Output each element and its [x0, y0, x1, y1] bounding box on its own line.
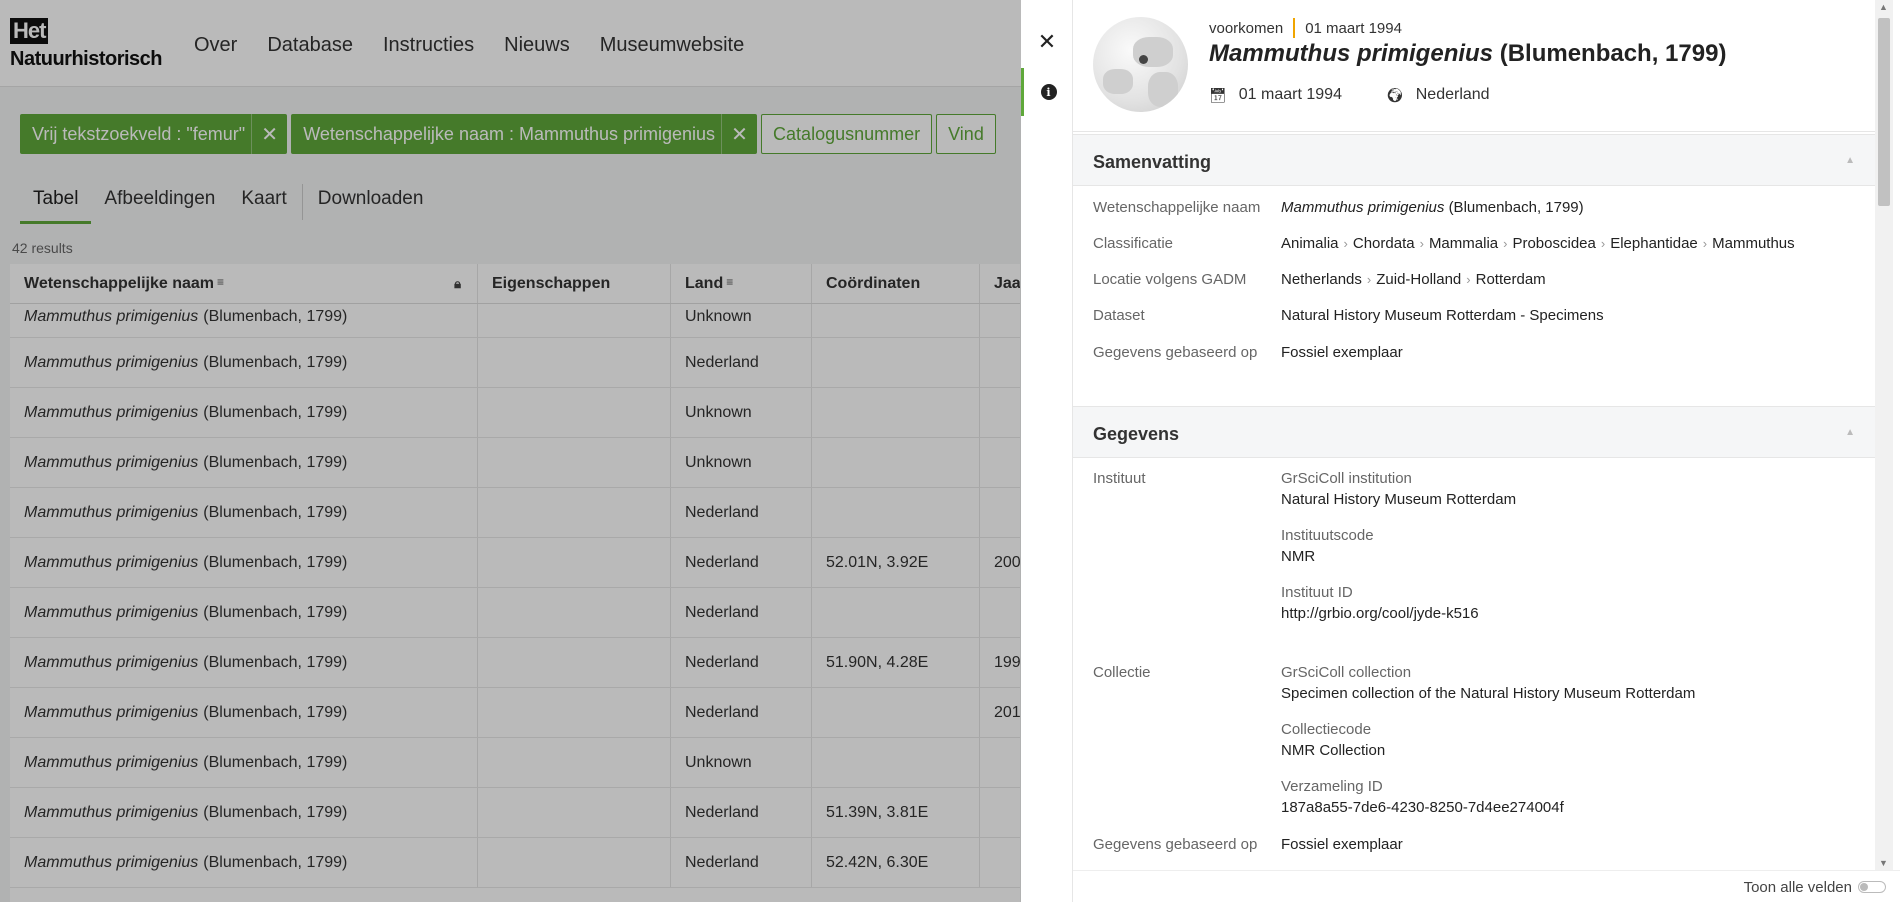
record-title-author: (Blumenbach, 1799) — [1499, 40, 1727, 67]
field-label: Locatie volgens GADM — [1093, 271, 1247, 288]
chevron-right-icon: › — [1343, 236, 1348, 251]
species-author: (Blumenbach, 1799) — [1448, 199, 1584, 216]
record-title: Mammuthus primigenius (Blumenbach, 1799) — [1209, 40, 1726, 68]
subfield-value: NMR — [1281, 548, 1316, 565]
chevron-right-icon: › — [1702, 236, 1708, 251]
scrollbar-thumb[interactable] — [1878, 18, 1890, 206]
classification-item[interactable]: Animalia — [1281, 235, 1339, 252]
location-item[interactable]: Rotterdam — [1476, 271, 1546, 288]
summary-section-header[interactable]: Samenvatting ▲ — [1073, 134, 1875, 186]
data-section: Gegevens ▲ Instituut GrSciColl instituti… — [1073, 406, 1875, 870]
subfield-value: NMR Collection — [1281, 742, 1386, 759]
drawer-content: voorkomen 01 maart 1994 Mammuthus primig… — [1073, 0, 1896, 870]
subfield-label: GrSciColl institution — [1281, 470, 1412, 487]
show-all-fields-toggle[interactable] — [1858, 881, 1886, 893]
classification-item[interactable]: Proboscidea — [1512, 235, 1595, 252]
record-details: 📅︎ 01 maart 1994 🌍︎ Nederland — [1209, 86, 1490, 104]
record-type: voorkomen — [1209, 19, 1284, 37]
classification-item[interactable]: Elephantidae — [1610, 235, 1698, 252]
summary-section: Samenvatting ▲ Wetenschappelijke naam Ma… — [1073, 134, 1875, 406]
globe-land — [1103, 69, 1133, 94]
chevron-right-icon: › — [1419, 236, 1424, 251]
drawer-scrollbar[interactable]: ▲ ▼ — [1875, 0, 1893, 870]
subfield-label: Instituut ID — [1281, 584, 1353, 601]
subfield-label: GrSciColl collection — [1281, 664, 1412, 681]
location-item[interactable]: Zuid-Holland — [1376, 271, 1461, 288]
event-country: Nederland — [1415, 86, 1490, 103]
section-title: Samenvatting — [1093, 152, 1212, 172]
chevron-right-icon: › — [1366, 272, 1372, 287]
institute-fields: GrSciColl institution Natural History Mu… — [1281, 470, 1516, 622]
chevron-right-icon: › — [1503, 236, 1508, 251]
field-label: Instituut — [1093, 470, 1146, 487]
field-value: Fossiel exemplaar — [1281, 344, 1403, 361]
species-name: Mammuthus primigenius — [1281, 199, 1445, 216]
location-item[interactable]: Netherlands — [1281, 271, 1362, 288]
field-label: Dataset — [1093, 307, 1145, 324]
globe-land — [1133, 37, 1173, 67]
subfield-label: Verzameling ID — [1281, 778, 1383, 795]
field-label: Classificatie — [1093, 235, 1174, 252]
info-icon: i — [1040, 84, 1057, 100]
dataset-link[interactable]: Natural History Museum Rotterdam - Speci… — [1281, 307, 1604, 324]
data-section-header[interactable]: Gegevens ▲ — [1073, 406, 1875, 458]
occurrence-detail-drawer: ✕ i voorkomen 01 maart 1994 Mammuthus pr… — [1021, 0, 1900, 902]
info-tab[interactable]: i — [1021, 68, 1073, 116]
field-value: Mammuthus primigenius (Blumenbach, 1799) — [1281, 199, 1584, 216]
event-date: 01 maart 1994 — [1238, 86, 1342, 103]
calendar-icon: 📅︎ — [1209, 86, 1227, 103]
globe-land — [1148, 72, 1178, 107]
collection-fields: GrSciColl collection Specimen collection… — [1281, 664, 1695, 816]
record-date: 01 maart 1994 — [1305, 19, 1402, 37]
drawer-footer: Toon alle velden — [1073, 870, 1900, 902]
subfield-label: Collectiecode — [1281, 721, 1372, 738]
field-value: Fossiel exemplaar — [1281, 836, 1403, 853]
section-title: Gegevens — [1093, 424, 1180, 444]
modal-backdrop[interactable] — [0, 0, 1021, 902]
record-title-species: Mammuthus primigenius — [1209, 40, 1494, 67]
subfield-label: Instituutscode — [1281, 527, 1374, 544]
classification-breadcrumb: Animalia › Chordata › Mammalia › Proboscidea › E… — [1281, 235, 1795, 252]
scroll-up-icon[interactable]: ▲ — [1879, 2, 1888, 12]
collapse-icon[interactable]: ▲ — [1845, 155, 1855, 166]
classification-item[interactable]: Mammuthus — [1712, 235, 1795, 252]
scroll-down-icon[interactable]: ▼ — [1879, 858, 1888, 868]
show-all-fields-label: Toon alle velden — [1743, 879, 1852, 896]
field-label: Gegevens gebaseerd op — [1093, 344, 1258, 361]
chevron-right-icon: › — [1466, 272, 1471, 287]
field-label: Gegevens gebaseerd op — [1093, 836, 1258, 853]
classification-item[interactable]: Chordata — [1353, 235, 1415, 252]
chevron-right-icon: › — [1600, 236, 1606, 251]
occurrence-header: voorkomen 01 maart 1994 Mammuthus primig… — [1073, 0, 1875, 132]
grscicoll-collection-link[interactable]: Specimen collection of the Natural Histo… — [1281, 685, 1695, 702]
institute-id-link[interactable]: http://grbio.org/cool/jyde-k516 — [1281, 605, 1516, 622]
grscicoll-institution-link[interactable]: Natural History Museum Rotterdam — [1281, 491, 1516, 508]
collapse-icon[interactable]: ▲ — [1845, 427, 1855, 438]
globe-small-icon: 🌍︎ — [1385, 86, 1404, 103]
globe-icon — [1093, 17, 1188, 112]
field-label: Collectie — [1093, 664, 1151, 681]
toggle-knob — [1860, 883, 1868, 891]
meta-divider — [1293, 18, 1296, 38]
record-meta: voorkomen 01 maart 1994 — [1209, 18, 1402, 38]
subfield-value: 187a8a55-7de6-4230-8250-7d4ee274004f — [1281, 799, 1564, 816]
close-icon[interactable]: ✕ — [1021, 20, 1073, 64]
drawer-rail: ✕ i — [1021, 0, 1073, 902]
classification-item[interactable]: Mammalia — [1429, 235, 1498, 252]
field-label: Wetenschappelijke naam — [1093, 199, 1261, 216]
location-marker — [1139, 55, 1148, 64]
location-breadcrumb: Netherlands › Zuid-Holland › Rotterdam — [1281, 271, 1546, 288]
